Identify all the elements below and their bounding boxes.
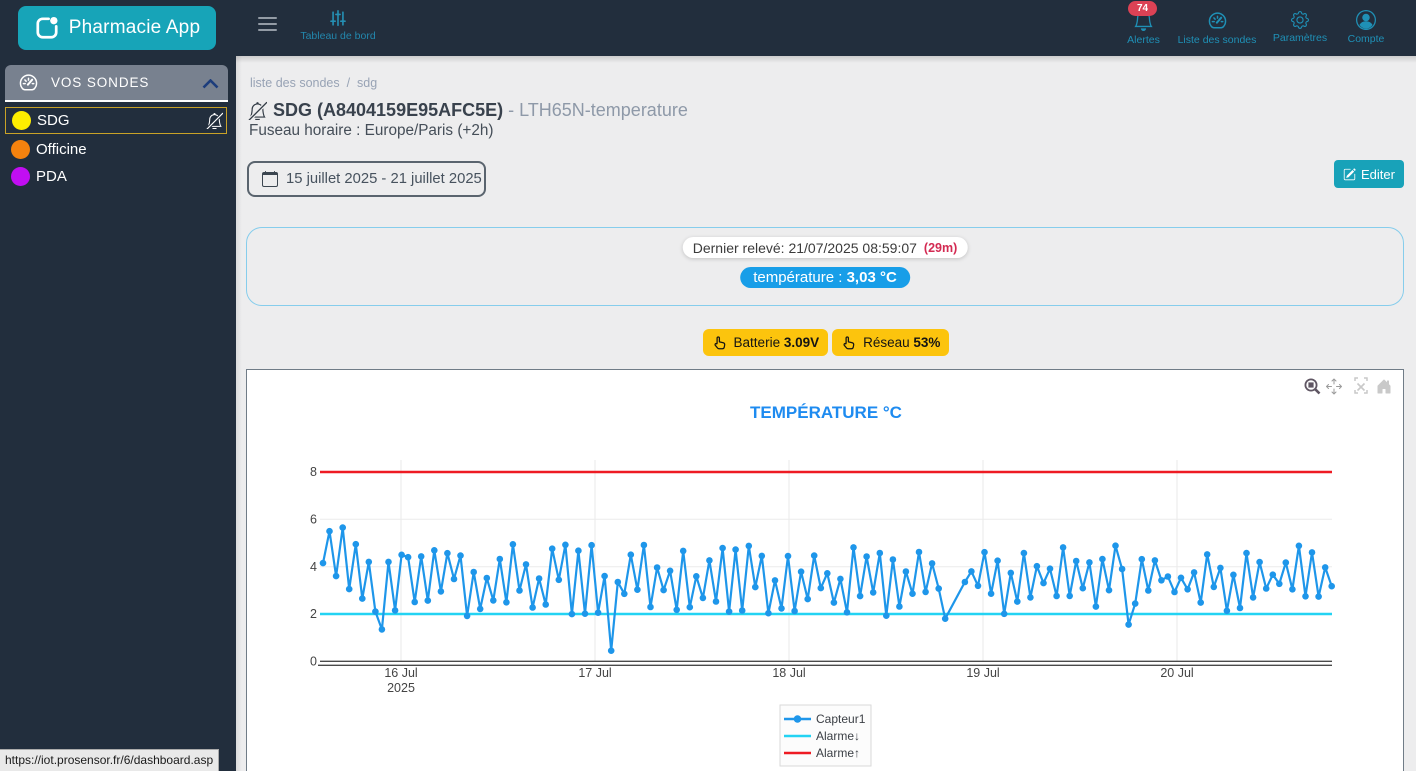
svg-text:17 Jul: 17 Jul (578, 666, 611, 680)
svg-text:16 Jul: 16 Jul (384, 666, 417, 680)
svg-text:6: 6 (310, 513, 317, 527)
svg-text:2025: 2025 (387, 681, 415, 695)
svg-text:0: 0 (310, 655, 317, 669)
svg-text:8: 8 (310, 465, 317, 479)
svg-text:Capteur1: Capteur1 (816, 712, 866, 726)
svg-text:Alarme↓: Alarme↓ (816, 729, 860, 743)
svg-text:2: 2 (310, 607, 317, 621)
svg-text:18 Jul: 18 Jul (772, 666, 805, 680)
svg-text:4: 4 (310, 560, 317, 574)
svg-text:TEMPÉRATURE °C: TEMPÉRATURE °C (750, 403, 902, 422)
svg-text:20 Jul: 20 Jul (1160, 666, 1193, 680)
svg-text:19 Jul: 19 Jul (966, 666, 999, 680)
svg-text:Alarme↑: Alarme↑ (816, 746, 860, 760)
